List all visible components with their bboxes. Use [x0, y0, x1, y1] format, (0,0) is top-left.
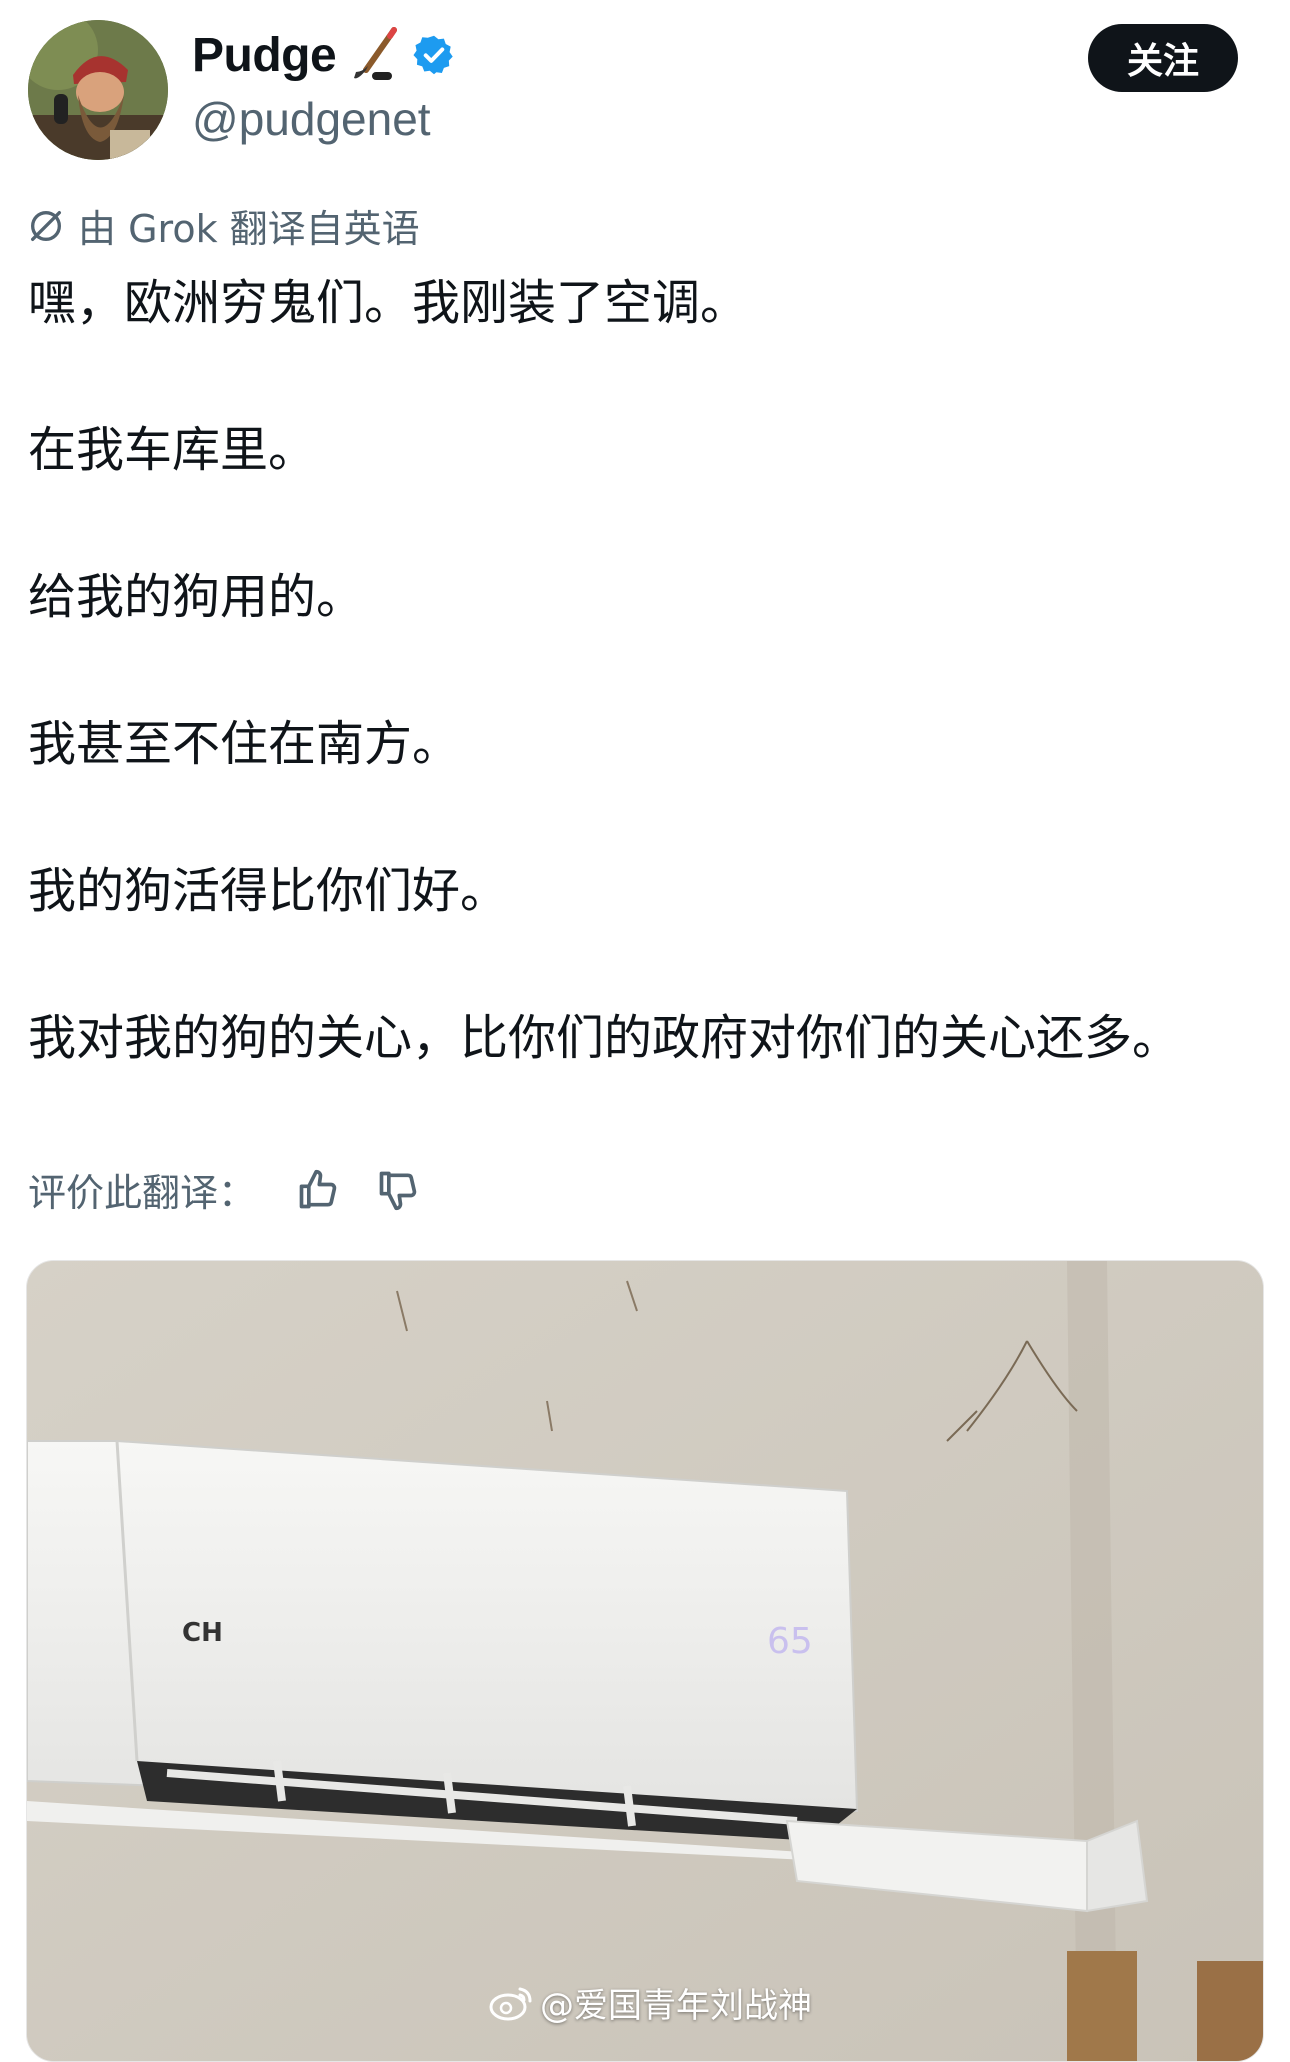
watermark-text: @爱国青年刘战神: [540, 1986, 812, 2026]
tweet-paragraph: 嘿，欧洲穷鬼们。我刚装了空调。: [28, 275, 749, 331]
rate-translation: 评价此翻译：: [28, 1162, 420, 1217]
rate-translation-label: 评价此翻译：: [28, 1171, 257, 1215]
tweet-paragraph: 给我的狗用的。: [28, 569, 365, 625]
tweet-photo[interactable]: CH 65: [26, 1260, 1264, 2062]
hockey-stick-icon: [354, 27, 398, 80]
thumbs-up-icon[interactable]: [296, 1168, 340, 1212]
air-conditioner-photo: CH 65: [27, 1261, 1263, 2061]
ac-brand-logo: CH: [182, 1618, 223, 1648]
verified-badge-icon: [413, 35, 453, 75]
translation-note-text: 由 Grok 翻译自英语: [78, 207, 420, 251]
display-name[interactable]: Pudge: [192, 28, 337, 83]
ac-temp-display: 65: [767, 1621, 813, 1662]
thumbs-down-icon[interactable]: [376, 1168, 420, 1212]
tweet-paragraph: 我的狗活得比你们好。: [28, 863, 509, 919]
weibo-icon: [489, 1987, 532, 2020]
translation-note: 由 Grok 翻译自英语: [26, 198, 420, 253]
tweet-paragraph: 我对我的狗的关心，比你们的政府对你们的关心还多。: [28, 1010, 1181, 1066]
tweet-paragraph: 我甚至不住在南方。: [28, 716, 461, 772]
translate-slash-icon: [30, 210, 61, 241]
avatar[interactable]: [28, 20, 168, 160]
handle[interactable]: @pudgenet: [192, 92, 431, 146]
follow-button[interactable]: 关注: [1088, 24, 1238, 92]
avatar-image: [28, 20, 168, 160]
tweet-paragraph: 在我车库里。: [28, 422, 317, 478]
tweet-text: 嘿，欧洲穷鬼们。我刚装了空调。 在我车库里。 给我的狗用的。 我甚至不住在南方。…: [28, 266, 1258, 1076]
watermark: @爱国青年刘战神: [488, 1978, 812, 2027]
